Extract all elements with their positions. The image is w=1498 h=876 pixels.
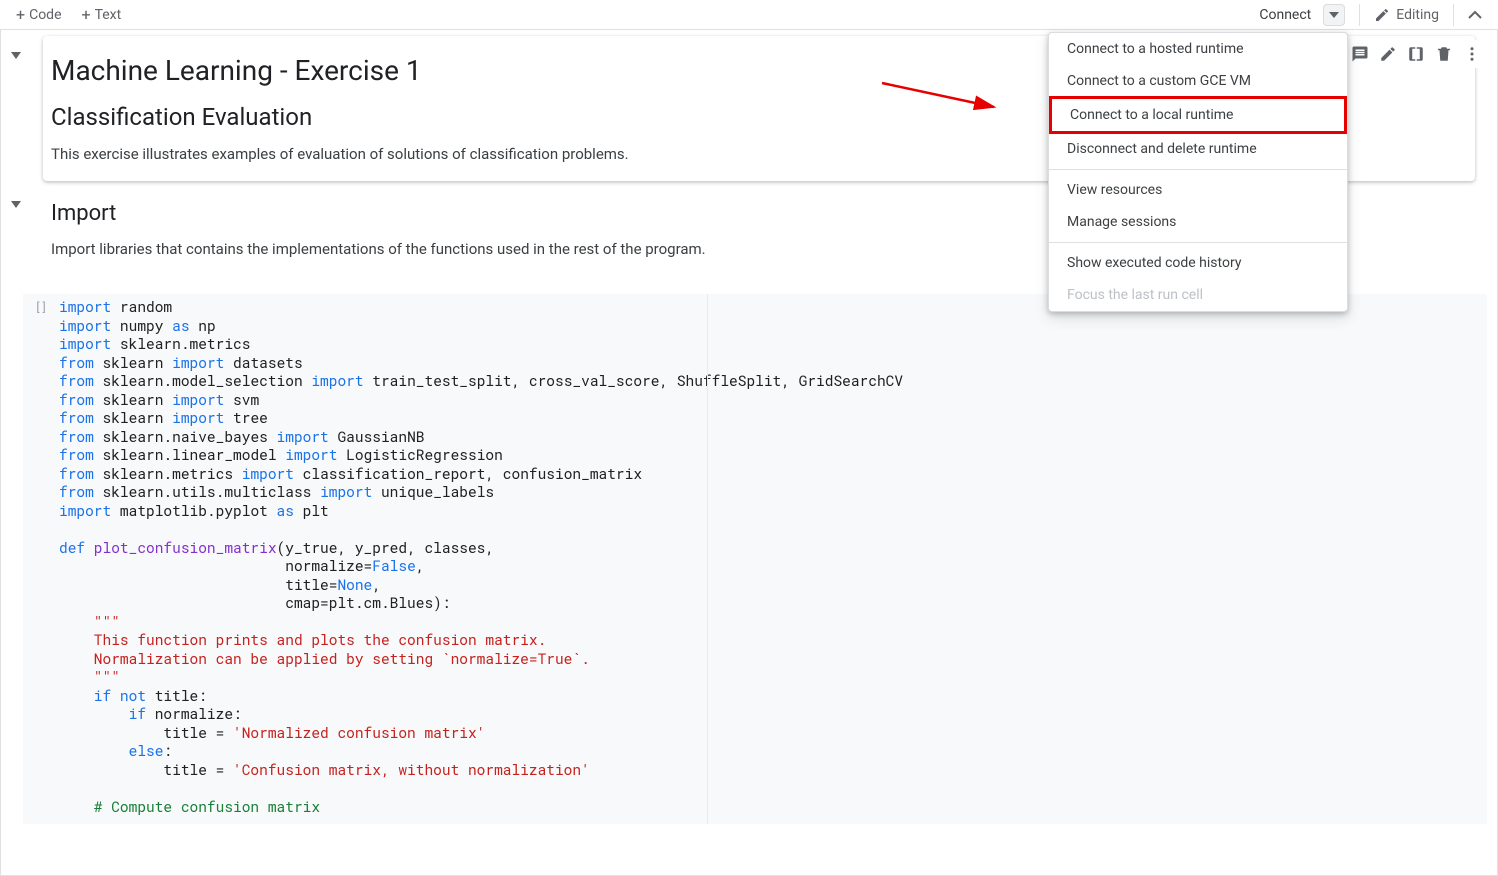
caret-down-icon <box>1329 12 1339 18</box>
section-toggle[interactable] <box>11 197 21 288</box>
edit-icon[interactable] <box>1378 44 1398 64</box>
code-cell[interactable]: [ ] import random import numpy as np imp… <box>23 294 1487 824</box>
menu-view-resources[interactable]: View resources <box>1049 174 1347 206</box>
plus-icon: + <box>82 7 91 23</box>
add-text-button[interactable]: + Text <box>74 3 130 27</box>
delete-icon[interactable] <box>1434 44 1454 64</box>
pencil-icon <box>1374 7 1390 23</box>
execution-count: [ ] <box>36 300 45 314</box>
separator <box>1453 4 1454 26</box>
section-toggle[interactable] <box>11 48 21 193</box>
separator <box>1359 4 1360 26</box>
caret-down-icon <box>11 50 21 60</box>
comment-icon[interactable] <box>1350 44 1370 64</box>
menu-manage-sessions[interactable]: Manage sessions <box>1049 206 1347 238</box>
mirror-icon[interactable] <box>1406 44 1426 64</box>
connect-button[interactable]: Connect <box>1249 3 1321 27</box>
connect-dropdown-button[interactable] <box>1323 4 1345 26</box>
chevron-up-icon <box>1468 10 1482 20</box>
menu-connect-hosted[interactable]: Connect to a hosted runtime <box>1049 33 1347 65</box>
more-icon[interactable] <box>1462 44 1482 64</box>
code-cell-gutter[interactable]: [ ] <box>23 294 59 824</box>
menu-show-history[interactable]: Show executed code history <box>1049 247 1347 279</box>
editing-mode-button[interactable]: Editing <box>1366 3 1447 27</box>
menu-separator <box>1049 169 1347 170</box>
menu-connect-local[interactable]: Connect to a local runtime <box>1049 96 1347 134</box>
menu-separator <box>1049 242 1347 243</box>
menu-connect-gce[interactable]: Connect to a custom GCE VM <box>1049 65 1347 97</box>
add-text-label: Text <box>95 7 122 23</box>
plus-icon: + <box>16 7 25 23</box>
menu-disconnect[interactable]: Disconnect and delete runtime <box>1049 133 1347 165</box>
add-code-label: Code <box>29 7 61 23</box>
menu-focus-last: Focus the last run cell <box>1049 279 1347 311</box>
add-code-button[interactable]: + Code <box>8 3 70 27</box>
editing-label: Editing <box>1396 7 1439 23</box>
collapse-header-button[interactable] <box>1460 0 1490 30</box>
ruler-line <box>707 294 708 824</box>
code-cell-body[interactable]: import random import numpy as np import … <box>59 294 1487 824</box>
connect-menu: Connect to a hosted runtime Connect to a… <box>1048 32 1348 312</box>
caret-down-icon <box>11 199 21 209</box>
main-toolbar: + Code + Text Connect Editing <box>0 0 1498 30</box>
